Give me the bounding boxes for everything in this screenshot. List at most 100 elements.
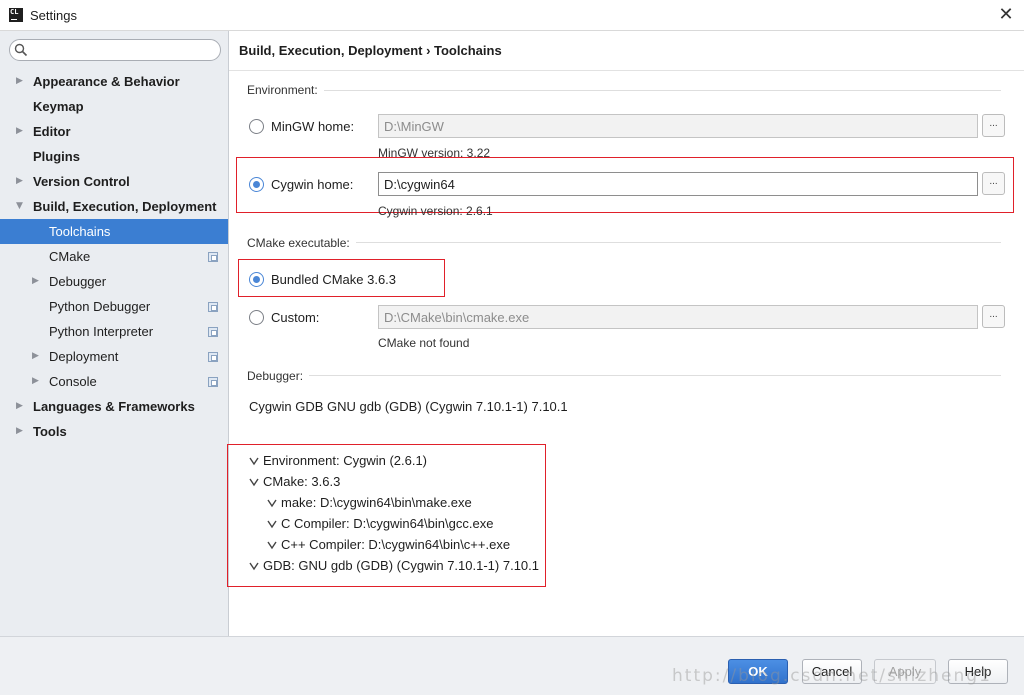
toolchain-check-text: C Compiler: D:\cygwin64\bin\gcc.exe — [281, 516, 494, 531]
ok-button[interactable]: OK — [728, 659, 788, 684]
sidebar-item-python-interpreter[interactable]: Python Interpreter — [0, 319, 228, 344]
settings-sidebar: ▶ Appearance & Behavior Keymap ▶ Editor Plugi… — [0, 31, 229, 636]
checkmark-icon — [267, 520, 277, 529]
sidebar-item-label: Python Debugger — [49, 299, 151, 314]
help-button[interactable]: Help — [948, 659, 1008, 684]
mingw-home-label: MinGW home: — [271, 119, 355, 134]
checkmark-icon — [249, 478, 259, 487]
sidebar-item-label: Languages & Frameworks — [33, 399, 195, 414]
sidebar-item-appearance-behavior[interactable]: ▶ Appearance & Behavior — [0, 69, 228, 94]
cygwin-browse-button[interactable]: ... — [982, 172, 1005, 195]
cygwin-radio[interactable] — [249, 177, 264, 192]
expand-arrow-right-icon[interactable]: ▶ — [32, 369, 39, 394]
sidebar-item-label: Editor — [33, 124, 71, 139]
toolchain-check-item: C++ Compiler: D:\cygwin64\bin\c++.exe — [267, 534, 510, 555]
sidebar-item-label: Appearance & Behavior — [33, 74, 180, 89]
search-icon — [14, 43, 28, 57]
settings-tree: ▶ Appearance & Behavior Keymap ▶ Editor Plugi… — [0, 69, 228, 444]
custom-cmake-label: Custom: — [271, 310, 320, 325]
environment-section-title: Environment: — [247, 83, 324, 97]
toolchain-check-item: GDB: GNU gdb (GDB) (Cygwin 7.10.1-1) 7.1… — [249, 555, 539, 576]
sidebar-item-editor[interactable]: ▶ Editor — [0, 119, 228, 144]
project-settings-icon — [208, 252, 218, 262]
environment-divider — [247, 90, 1001, 91]
toolchain-check-text: Environment: Cygwin (2.6.1) — [263, 453, 428, 468]
sidebar-item-console[interactable]: ▶ Console — [0, 369, 228, 394]
debugger-section-title: Debugger: — [247, 369, 310, 383]
sidebar-item-plugins[interactable]: Plugins — [0, 144, 228, 169]
sidebar-item-tools[interactable]: ▶ Tools — [0, 419, 228, 444]
custom-cmake-browse-button[interactable]: ... — [982, 305, 1005, 328]
toolchain-check-item: CMake: 3.6.3 — [249, 471, 340, 492]
sidebar-item-label: Toolchains — [49, 224, 111, 239]
sidebar-item-label: CMake — [49, 249, 91, 264]
project-settings-icon — [208, 377, 218, 387]
toolchain-check-text: GDB: GNU gdb (GDB) (Cygwin 7.10.1-1) 7.1… — [263, 558, 539, 573]
expand-arrow-right-icon[interactable]: ▶ — [32, 269, 39, 294]
debugger-value: Cygwin GDB GNU gdb (GDB) (Cygwin 7.10.1-… — [249, 399, 568, 414]
cmake-status-text: CMake not found — [378, 336, 470, 350]
sidebar-item-keymap[interactable]: Keymap — [0, 94, 228, 119]
sidebar-item-label: Tools — [33, 424, 67, 439]
mingw-home-field[interactable] — [378, 114, 978, 138]
cygwin-version-text: Cygwin version: 2.6.1 — [378, 204, 493, 218]
toolchain-check-text: CMake: 3.6.3 — [263, 474, 341, 489]
close-icon[interactable]: ✕ — [996, 5, 1016, 25]
toolchain-check-item: C Compiler: D:\cygwin64\bin\gcc.exe — [267, 513, 493, 534]
sidebar-item-label: Debugger — [49, 274, 107, 289]
apply-button[interactable]: Apply — [874, 659, 936, 684]
cmake-divider — [247, 242, 1001, 243]
sidebar-item-deployment[interactable]: ▶ Deployment — [0, 344, 228, 369]
expand-arrow-down-icon[interactable]: ▼ — [16, 194, 23, 219]
sidebar-item-languages-frameworks[interactable]: ▶ Languages & Frameworks — [0, 394, 228, 419]
toolchain-check-item: make: D:\cygwin64\bin\make.exe — [267, 492, 472, 513]
checkmark-icon — [249, 562, 259, 571]
project-settings-icon — [208, 302, 218, 312]
sidebar-item-label: Build, Execution, Deployment — [33, 199, 217, 214]
clion-app-icon: CL — [9, 8, 23, 22]
cygwin-home-field[interactable] — [378, 172, 978, 196]
custom-cmake-radio[interactable] — [249, 310, 264, 325]
expand-arrow-right-icon[interactable]: ▶ — [32, 344, 39, 369]
checkmark-icon — [267, 541, 277, 550]
mingw-browse-button[interactable]: ... — [982, 114, 1005, 137]
checkmark-icon — [267, 499, 277, 508]
project-settings-icon — [208, 327, 218, 337]
checkmark-icon — [249, 457, 259, 466]
sidebar-item-label: Version Control — [33, 174, 130, 189]
bundled-cmake-radio[interactable] — [249, 272, 264, 287]
mingw-radio[interactable] — [249, 119, 264, 134]
custom-cmake-field[interactable] — [378, 305, 978, 329]
bundled-cmake-label: Bundled CMake 3.6.3 — [271, 272, 397, 287]
cygwin-home-label: Cygwin home: — [271, 177, 354, 192]
search-input[interactable] — [32, 42, 214, 58]
sidebar-item-python-debugger[interactable]: Python Debugger — [0, 294, 228, 319]
sidebar-item-build-execution-deployment[interactable]: ▼ Build, Execution, Deployment — [0, 194, 228, 219]
expand-arrow-right-icon[interactable]: ▶ — [16, 419, 23, 444]
toolchain-check-item: Environment: Cygwin (2.6.1) — [249, 450, 427, 471]
toolchains-panel: Build, Execution, Deployment › Toolchain… — [227, 31, 1024, 636]
expand-arrow-right-icon[interactable]: ▶ — [16, 69, 23, 94]
toolchain-check-text: make: D:\cygwin64\bin\make.exe — [281, 495, 472, 510]
cmake-section-title: CMake executable: — [247, 236, 356, 250]
title-bar: CL Settings ✕ — [0, 0, 1024, 31]
sidebar-item-version-control[interactable]: ▶ Version Control — [0, 169, 228, 194]
sidebar-item-cmake[interactable]: CMake — [0, 244, 228, 269]
sidebar-item-label: Keymap — [33, 99, 84, 114]
expand-arrow-right-icon[interactable]: ▶ — [16, 394, 23, 419]
debugger-divider — [247, 375, 1001, 376]
sidebar-item-debugger[interactable]: ▶ Debugger — [0, 269, 228, 294]
project-settings-icon — [208, 352, 218, 362]
header-divider — [229, 70, 1024, 71]
sidebar-item-label: Python Interpreter — [49, 324, 154, 339]
expand-arrow-right-icon[interactable]: ▶ — [16, 169, 23, 194]
cancel-button[interactable]: Cancel — [802, 659, 862, 684]
sidebar-item-label: Deployment — [49, 349, 119, 364]
sidebar-item-label: Console — [49, 374, 97, 389]
sidebar-item-toolchains[interactable]: Toolchains — [0, 219, 228, 244]
search-box[interactable] — [9, 39, 221, 61]
dialog-footer: OK Cancel Apply Help — [0, 636, 1024, 695]
window-title: Settings — [30, 8, 77, 23]
expand-arrow-right-icon[interactable]: ▶ — [16, 119, 23, 144]
sidebar-item-label: Plugins — [33, 149, 80, 164]
